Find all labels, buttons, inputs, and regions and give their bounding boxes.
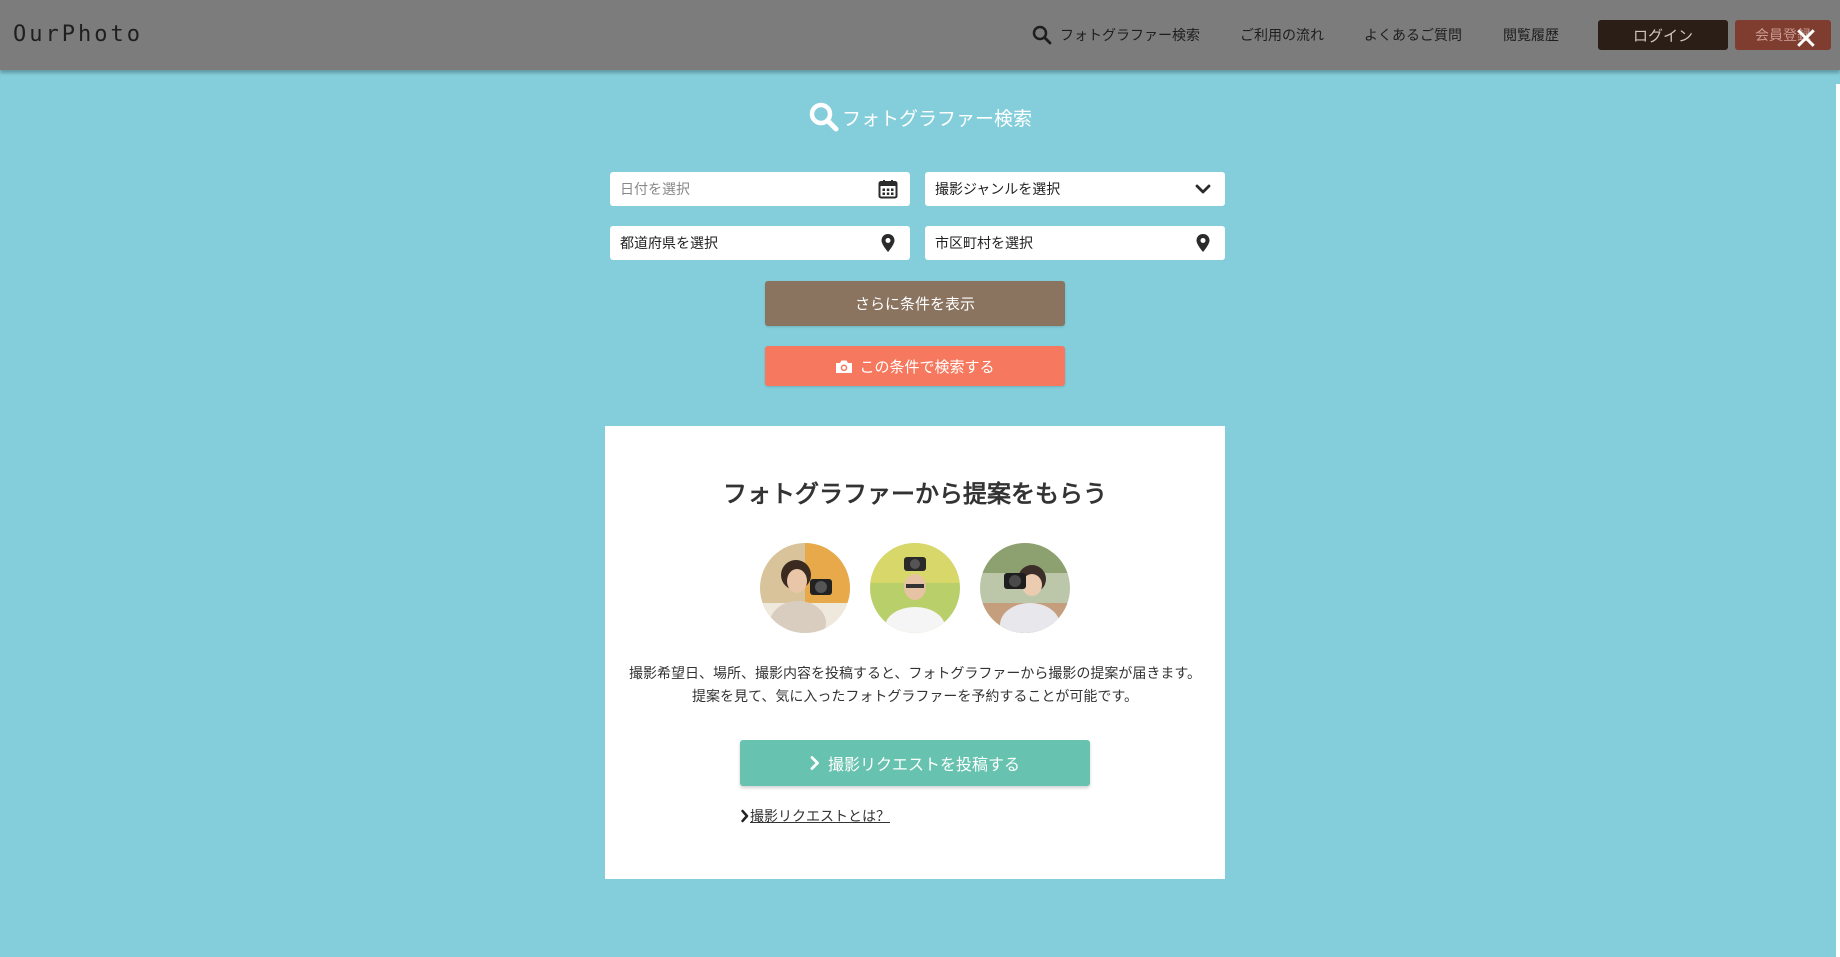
more-conditions-button[interactable]: さらに条件を表示 [765,281,1065,326]
post-request-button[interactable]: 撮影リクエストを投稿する [740,740,1090,786]
card-description: 撮影希望日、場所、撮影内容を投稿すると、フォトグラファーから撮影の提案が届きます… [605,663,1225,709]
photographer-avatar [760,543,850,633]
description-line-2: 提案を見て、気に入ったフォトグラファーを予約することが可能です。 [692,689,1138,705]
genre-select[interactable]: 撮影ジャンルを選択 [925,172,1225,206]
photographer-avatar [870,543,960,633]
close-icon[interactable]: ✕ [1793,25,1819,55]
magnifier-icon [809,102,839,132]
search-icon[interactable] [1032,25,1052,45]
date-placeholder: 日付を選択 [620,182,690,198]
card-title: フォトグラファーから提案をもらう [723,480,1107,508]
city-label: 市区町村を選択 [935,236,1033,252]
site-header: OurPhoto フォトグラファー検索 ご利用の流れ よくあるご質問 閲覧履歴 … [0,0,1840,70]
map-pin-icon [881,234,895,252]
camera-icon [836,360,853,373]
search-submit-button[interactable]: この条件で検索する [765,346,1065,386]
nav-photographer-search[interactable]: フォトグラファー検索 [1060,25,1200,45]
nav-flow[interactable]: ご利用の流れ [1240,25,1324,45]
scrollbar[interactable] [1836,84,1840,957]
search-title: フォトグラファー検索 [842,107,1033,130]
map-pin-icon [1196,234,1210,252]
request-card: フォトグラファーから提案をもらう 撮影希望日、場所、撮影内容を投稿すると、フォト… [605,426,1225,879]
post-request-label: 撮影リクエストを投稿する [827,755,1020,774]
logo[interactable]: OurPhoto [13,22,143,47]
photographer-avatar [980,543,1070,633]
what-is-request-link[interactable]: 撮影リクエストとは？ [740,806,890,826]
prefecture-label: 都道府県を選択 [620,236,718,252]
search-submit-label: この条件で検索する [859,357,995,376]
chevron-right-icon [741,809,749,823]
description-line-1: 撮影希望日、場所、撮影内容を投稿すると、フォトグラファーから撮影の提案が届きます… [628,666,1202,682]
what-is-request-label: 撮影リクエストとは？ [750,809,890,825]
city-select[interactable]: 市区町村を選択 [925,226,1225,260]
genre-label: 撮影ジャンルを選択 [935,182,1061,198]
chevron-right-icon [810,756,819,770]
login-button[interactable]: ログイン [1598,20,1728,50]
calendar-icon [878,180,898,199]
date-field[interactable]: 日付を選択 [610,172,910,206]
prefecture-select[interactable]: 都道府県を選択 [610,226,910,260]
chevron-down-icon [1195,184,1211,194]
nav-faq[interactable]: よくあるご質問 [1364,25,1462,45]
nav-history[interactable]: 閲覧履歴 [1503,25,1559,45]
search-heading: フォトグラファー検索 [808,100,1032,134]
